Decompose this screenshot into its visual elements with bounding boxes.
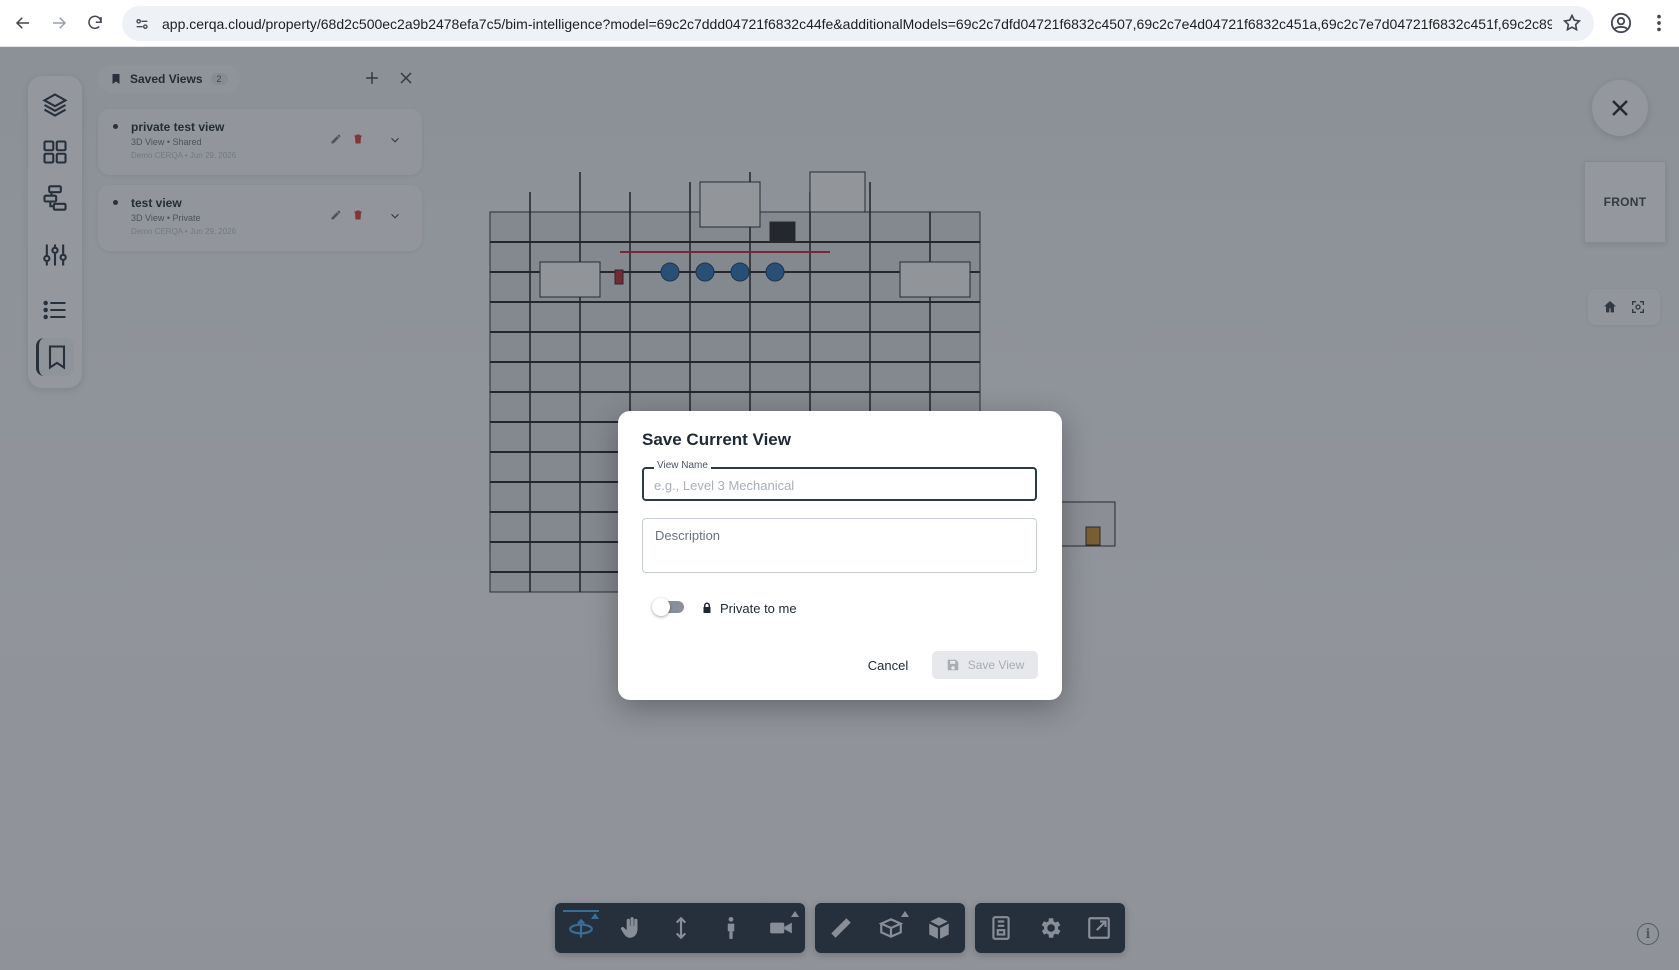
arrow-left-icon: [15, 17, 29, 29]
view-name-label: View Name: [654, 460, 711, 471]
toggle-knob: [652, 598, 670, 616]
site-settings-icon[interactable]: [128, 10, 156, 38]
address-bar[interactable]: app.cerqa.cloud/property/68d2c500ec2a9b2…: [122, 6, 1594, 41]
cancel-button[interactable]: Cancel: [860, 651, 916, 679]
save-view-button[interactable]: Save View: [932, 651, 1038, 679]
save-view-dialog: Save Current View View Name Private to m…: [618, 411, 1062, 700]
arrow-right-icon: [53, 17, 67, 29]
description-field[interactable]: [642, 518, 1037, 573]
kebab-menu-icon[interactable]: [1648, 12, 1670, 34]
url-text[interactable]: app.cerqa.cloud/property/68d2c500ec2a9b2…: [162, 16, 1552, 32]
modal-backdrop[interactable]: Save Current View View Name Private to m…: [0, 47, 1679, 970]
private-toggle[interactable]: [652, 598, 686, 616]
view-name-input[interactable]: [654, 475, 1024, 495]
browser-toolbar: app.cerqa.cloud/property/68d2c500ec2a9b2…: [0, 0, 1679, 47]
dialog-title: Save Current View: [642, 430, 791, 449]
description-input[interactable]: [655, 528, 1025, 564]
back-button[interactable]: [6, 6, 40, 40]
reload-icon: [88, 15, 102, 30]
bookmark-star-icon[interactable]: [1562, 13, 1582, 33]
profile-icon[interactable]: [1610, 12, 1632, 34]
reload-button[interactable]: [78, 6, 112, 40]
view-name-field[interactable]: View Name: [642, 460, 1037, 501]
save-disk-icon: [947, 659, 958, 671]
private-label: Private to me: [720, 601, 797, 616]
lock-icon: [703, 602, 711, 613]
forward-button[interactable]: [42, 6, 76, 40]
save-view-label: Save View: [967, 658, 1025, 672]
